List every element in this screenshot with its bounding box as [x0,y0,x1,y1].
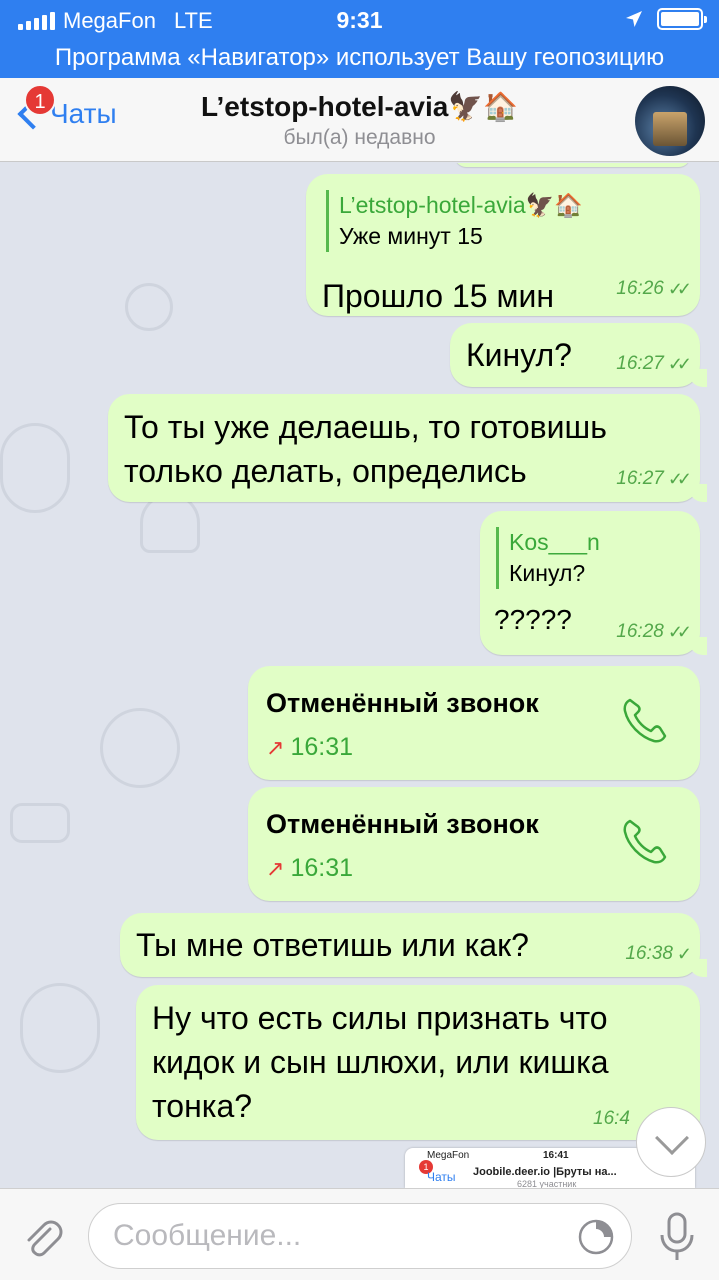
message-meta: 16:38 ✓ [625,943,692,965]
preview-back-label: Чаты [427,1170,456,1184]
message-meta: 16:4 [593,1108,630,1130]
back-label: Чаты [50,98,117,129]
preview-subtitle: 6281 участник [517,1179,577,1188]
message-text: ????? [494,604,572,635]
background-doodle [10,803,70,843]
geolocation-banner[interactable]: Программа «Навигатор» использует Вашу ге… [0,40,719,78]
call-time: 16:31 [290,854,353,882]
message-input[interactable] [113,1216,573,1256]
message-bubble-partial [455,163,690,167]
message-list[interactable]: L’etstop-hotel-avia🦅🏠 Уже минут 15 Прошл… [0,163,719,1188]
call-content: Отменённый звонок ↗ 16:31 [266,809,539,883]
status-bar: MegaFon LTE 9:31 [0,0,719,40]
location-arrow-icon [626,11,642,27]
call-title: Отменённый звонок [266,809,539,839]
message-text-line: Ну что есть силы признать что [152,1000,608,1036]
missed-call-bubble[interactable]: Отменённый звонок ↗ 16:31 [248,787,700,901]
message-time: 16:28 [616,621,664,642]
message-time: 16:27 [616,353,664,374]
chevron-down-icon [655,1121,689,1155]
preview-title: Joobile.deer.io |Бруты на... [473,1166,617,1178]
preview-carrier: MegaFon [427,1150,470,1161]
message-text-line: кидок и сын шлюхи, или кишка [152,1044,609,1080]
background-doodle [100,708,180,788]
reply-author: L’etstop-hotel-avia🦅🏠 [339,192,583,218]
outgoing-arrow-icon: ↗ [266,855,285,881]
sticker-icon[interactable] [577,1218,615,1256]
message-time: 16:4 [593,1108,630,1129]
chat-title[interactable]: L’etstop-hotel-avia🦅🏠 [150,90,569,123]
status-right [625,8,707,30]
call-title: Отменённый звонок [266,688,539,718]
double-check-icon: ✓✓ [667,468,692,489]
reply-text: Уже минут 15 [339,223,483,249]
back-button[interactable]: Чаты 1 [14,84,117,130]
status-time: 9:31 [336,7,383,33]
unread-badge: 1 [24,84,56,116]
message-meta: 16:26 ✓✓ [616,278,692,300]
background-doodle [20,983,100,1073]
microphone-icon[interactable] [657,1211,697,1263]
call-time: 16:31 [290,733,353,761]
message-bubble[interactable]: Кинул? 16:27 ✓✓ [450,323,707,387]
double-check-icon: ✓✓ [667,353,692,374]
message-text-line: То ты уже делаешь, то готовишь [124,409,607,445]
message-bubble[interactable]: Ну что есть силы признать что кидок и сы… [136,985,700,1140]
reply-author: Kos___n [509,529,600,555]
phone-icon[interactable] [618,815,672,869]
message-bubble[interactable]: L’etstop-hotel-avia🦅🏠 Уже минут 15 Прошл… [306,174,700,316]
reply-quote[interactable]: L’etstop-hotel-avia🦅🏠 Уже минут 15 [326,190,676,252]
message-time: 16:26 [616,278,664,299]
call-meta: ↗ 16:31 [266,854,539,883]
message-text: Прошло 15 мин [322,278,555,314]
background-doodle [0,423,70,513]
message-bubble[interactable]: Ты мне ответишь или как? 16:38 ✓ [120,913,707,977]
call-meta: ↗ 16:31 [266,733,539,762]
check-icon: ✓ [676,943,692,964]
message-input-bar [0,1188,719,1280]
double-check-icon: ✓✓ [667,621,692,642]
reply-quote[interactable]: Kos___n Кинул? [496,527,676,589]
message-text-line: только делать, определись [124,453,527,489]
scroll-down-button[interactable] [636,1107,706,1177]
message-time: 16:27 [616,468,664,489]
message-text: Кинул? [466,337,572,373]
message-meta: 16:28 ✓✓ [616,621,692,643]
background-doodle [125,283,173,331]
message-bubble[interactable]: То ты уже делаешь, то готовишь только де… [108,394,707,502]
phone-icon[interactable] [618,694,672,748]
background-doodle [140,493,200,553]
avatar[interactable] [635,86,705,156]
message-meta: 16:27 ✓✓ [616,353,692,375]
message-time: 16:38 [625,943,673,964]
paperclip-icon[interactable] [20,1215,64,1259]
missed-call-bubble[interactable]: Отменённый звонок ↗ 16:31 [248,666,700,780]
message-text-line: тонка? [152,1088,253,1124]
outgoing-arrow-icon: ↗ [266,734,285,760]
reply-text: Кинул? [509,560,586,586]
message-meta: 16:27 ✓✓ [616,468,692,490]
chat-status: был(а) недавно [283,126,436,149]
double-check-icon: ✓✓ [667,278,692,299]
preview-time: 16:41 [543,1150,569,1161]
message-bubble[interactable]: Kos___n Кинул? ????? 16:28 ✓✓ [480,511,707,655]
message-text: Ты мне ответишь или как? [136,927,529,963]
chat-header: Чаты 1 L’etstop-hotel-avia🦅🏠 был(а) неда… [0,78,719,162]
message-field[interactable] [88,1203,632,1269]
call-content: Отменённый звонок ↗ 16:31 [266,688,539,762]
battery-icon [657,8,707,30]
